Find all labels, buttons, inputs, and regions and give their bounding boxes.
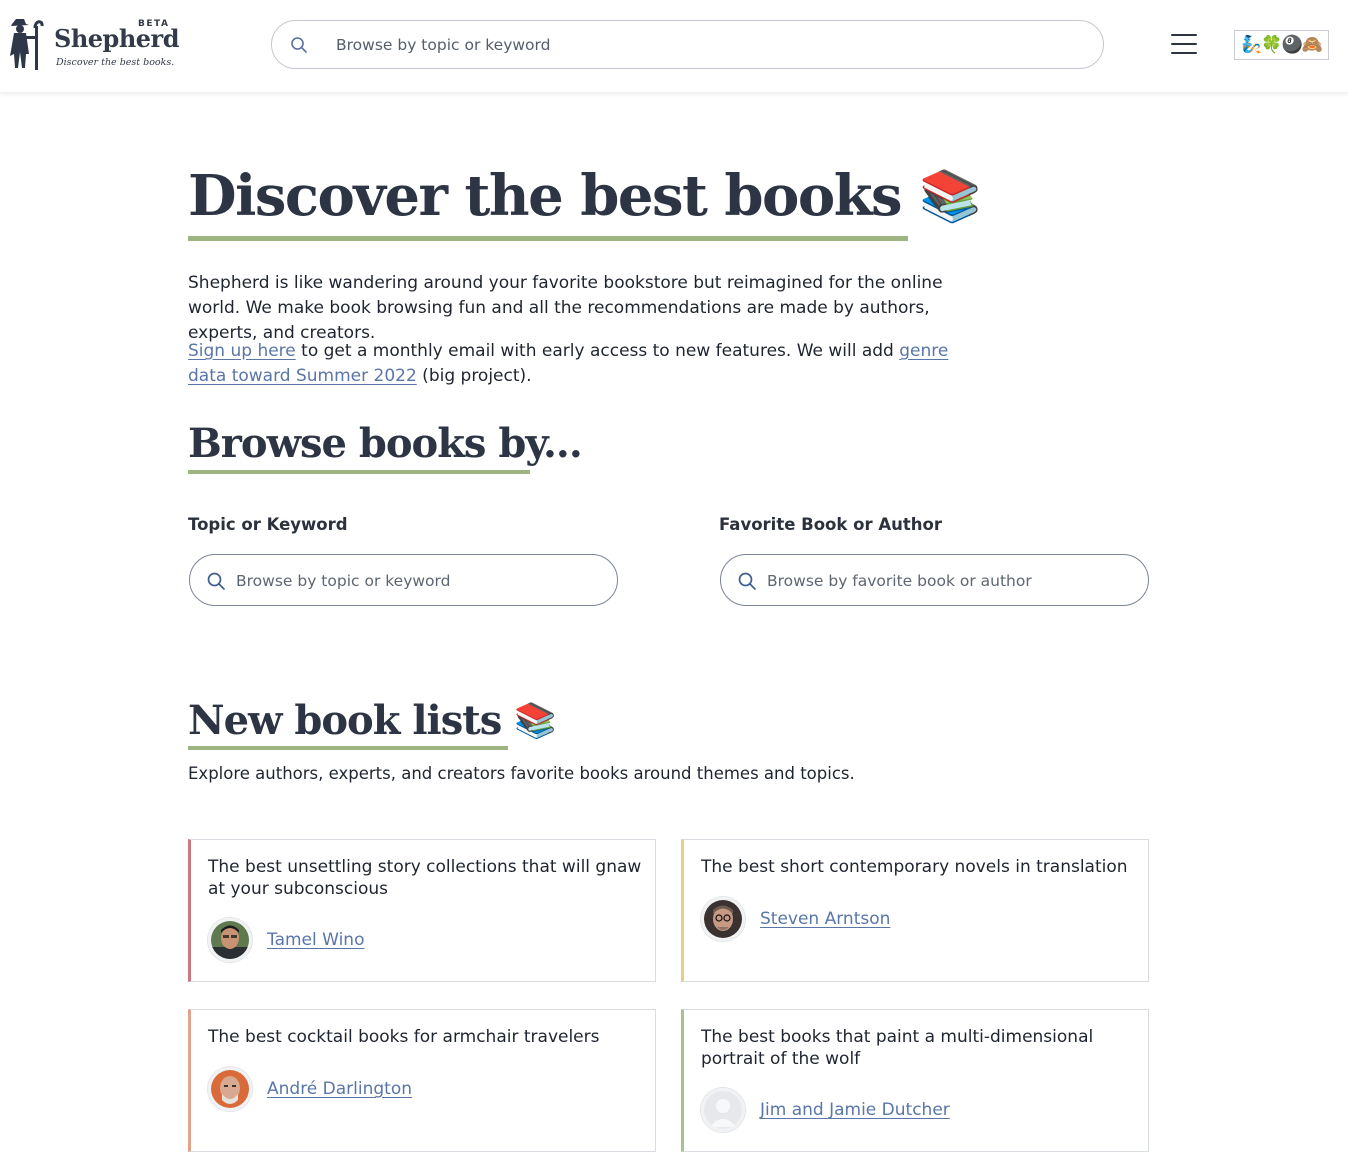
logo-tagline: Discover the best books. [56, 57, 175, 68]
browse-section-title: Browse books by... [188, 420, 583, 467]
hero-description: Shepherd is like wandering around your f… [188, 273, 943, 343]
signup-text-end: (big project). [416, 366, 532, 386]
book-list-title: The best cocktail books for armchair tra… [208, 1027, 600, 1047]
book-list-author: Tamel Wino [208, 918, 364, 962]
books-emoji-icon: 📚 [514, 701, 556, 741]
hero-title: Discover the best books 📚 [188, 160, 981, 232]
book-list-card[interactable]: The best short contemporary novels in tr… [681, 839, 1149, 982]
book-list-author: André Darlington [208, 1067, 412, 1111]
header-search-bar[interactable] [271, 20, 1104, 69]
author-link[interactable]: Tamel Wino [267, 930, 364, 950]
search-icon [738, 572, 756, 590]
author-avatar [208, 1067, 252, 1111]
browse-title-underline [188, 470, 530, 474]
topic-search-bar[interactable] [189, 554, 618, 606]
header-search-input[interactable] [336, 31, 1076, 59]
hero-signup-paragraph: Sign up here to get a monthly email with… [188, 339, 968, 389]
author-link[interactable]: André Darlington [267, 1079, 412, 1099]
book-list-title: The best unsettling story collections th… [208, 857, 642, 899]
emoji-avatar-badge[interactable]: 🧞🍀🎱🙈 [1234, 30, 1329, 60]
book-list-title: The best books that paint a multi-dimens… [701, 1027, 1094, 1069]
book-list-card[interactable]: The best cocktail books for armchair tra… [188, 1009, 656, 1152]
search-icon [291, 37, 307, 53]
topic-search-input[interactable] [236, 567, 606, 595]
author-avatar [208, 918, 252, 962]
lists-title-text: New book lists [188, 697, 502, 744]
sign-up-link[interactable]: Sign up here [188, 341, 296, 361]
lists-title-underline [188, 746, 508, 750]
book-list-author: Steven Arntson [701, 897, 890, 941]
book-list-title: The best short contemporary novels in tr… [701, 857, 1128, 877]
favorite-field-label: Favorite Book or Author [719, 515, 942, 534]
logo-name: Shepherd [54, 24, 179, 53]
topic-field-label: Topic or Keyword [188, 515, 348, 534]
books-emoji-icon: 📚 [919, 166, 981, 225]
author-avatar [701, 897, 745, 941]
book-list-card[interactable]: The best books that paint a multi-dimens… [681, 1009, 1149, 1152]
author-link[interactable]: Steven Arntson [760, 909, 890, 929]
search-icon [207, 572, 225, 590]
book-list-author: Jim and Jamie Dutcher [701, 1088, 950, 1132]
hero-title-underline [188, 236, 908, 241]
hero-title-text: Discover the best books [188, 163, 903, 229]
lists-section-title: New book lists 📚 [188, 696, 557, 746]
lists-description: Explore authors, experts, and creators f… [188, 764, 855, 783]
signup-text: to get a monthly email with early access… [295, 341, 900, 361]
favorite-search-bar[interactable] [720, 554, 1149, 606]
book-list-card[interactable]: The best unsettling story collections th… [188, 839, 656, 982]
shepherd-logo[interactable]: BETA Shepherd Discover the best books. [8, 16, 179, 74]
shepherd-figure-icon [10, 19, 44, 70]
author-link[interactable]: Jim and Jamie Dutcher [760, 1100, 950, 1120]
author-avatar [701, 1088, 745, 1132]
hamburger-menu-icon[interactable] [1168, 30, 1200, 58]
top-header: BETA Shepherd Discover the best books. 🧞… [0, 0, 1348, 93]
favorite-search-input[interactable] [767, 567, 1137, 595]
